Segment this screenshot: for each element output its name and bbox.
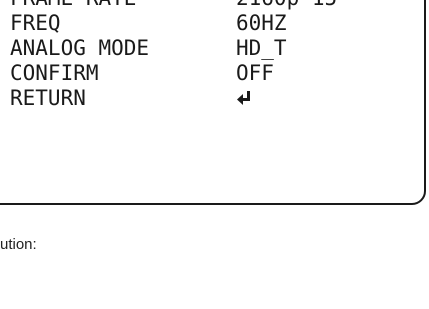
osd-menu: FRAME RATE2160p 15 FREQ 60HZ ANALOG MODE H… bbox=[10, 0, 337, 111]
menu-item-label: FREQ bbox=[10, 11, 61, 35]
menu-item-label: FRAME RATE bbox=[10, 0, 236, 11]
menu-item-frame-rate[interactable]: FRAME RATE2160p 15 bbox=[10, 0, 337, 11]
menu-item-analog-mode[interactable]: ANALOG MODE HD_T bbox=[10, 36, 337, 61]
menu-item-label: CONFIRM bbox=[10, 61, 99, 85]
menu-item-label: ANALOG MODE bbox=[10, 36, 150, 60]
menu-item-value bbox=[236, 86, 252, 111]
menu-item-value: HD_T bbox=[236, 36, 287, 60]
menu-item-value: OFF bbox=[236, 61, 274, 85]
menu-item-value: 60HZ bbox=[236, 11, 287, 35]
menu-item-confirm[interactable]: CONFIRM OFF bbox=[10, 61, 337, 86]
return-arrow-icon bbox=[237, 91, 250, 105]
menu-item-value: 2160p 15 bbox=[236, 0, 337, 11]
menu-item-return[interactable]: RETURN bbox=[10, 86, 337, 111]
menu-item-freq[interactable]: FREQ 60HZ bbox=[10, 11, 337, 36]
osd-menu-panel: FRAME RATE2160p 15 FREQ 60HZ ANALOG MODE H… bbox=[0, 0, 426, 205]
menu-item-label: RETURN bbox=[10, 86, 86, 110]
caption-text: ution: bbox=[0, 236, 37, 253]
